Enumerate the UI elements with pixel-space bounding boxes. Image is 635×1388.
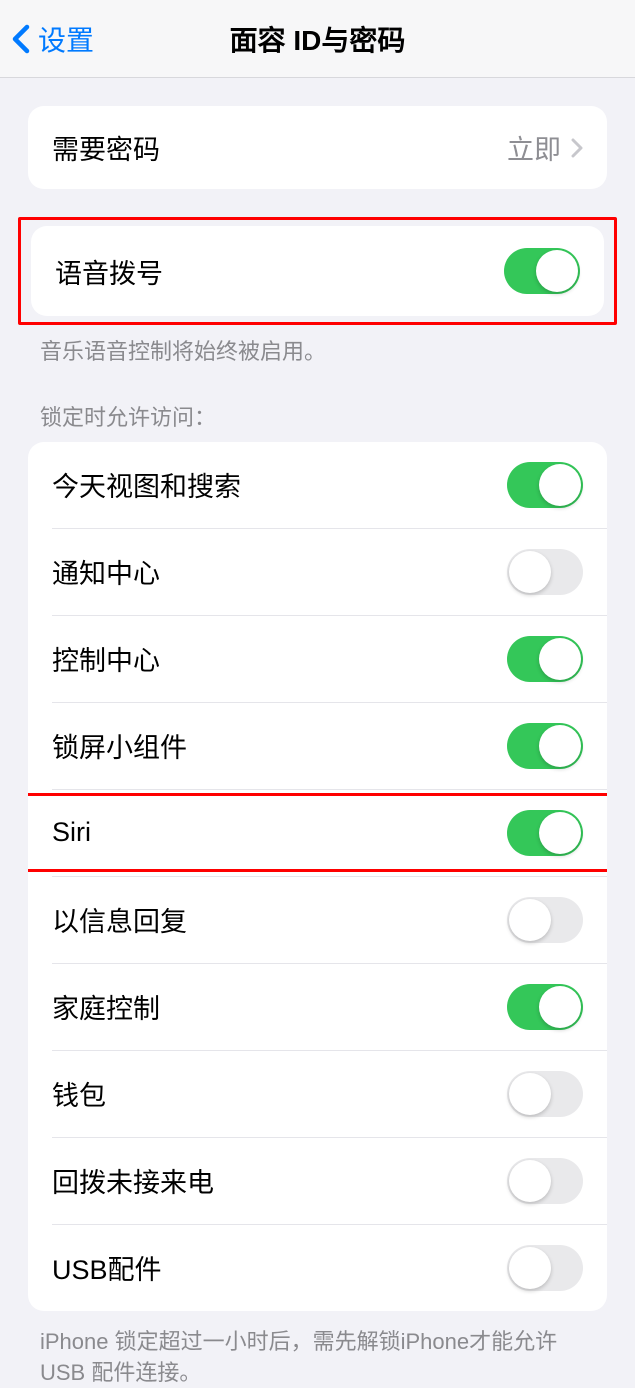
require-passcode-row[interactable]: 需要密码 立即 xyxy=(28,106,607,189)
lock-access-item-label: 家庭控制 xyxy=(52,987,160,1026)
lock-access-item-label: 控制中心 xyxy=(52,639,160,678)
lock-access-row: USB配件 xyxy=(28,1224,607,1311)
toggle-knob xyxy=(539,638,581,680)
require-passcode-label: 需要密码 xyxy=(52,128,160,167)
voice-dial-toggle[interactable] xyxy=(504,248,580,294)
list-row-inner: Siri xyxy=(52,789,607,876)
toggle-knob xyxy=(509,1073,551,1115)
lock-access-item-label: 今天视图和搜索 xyxy=(52,465,241,504)
require-passcode-group: 需要密码 立即 xyxy=(28,106,607,189)
toggle-knob xyxy=(536,250,578,292)
lock-access-row: 家庭控制 xyxy=(28,963,607,1050)
toggle-knob xyxy=(509,1160,551,1202)
voice-dial-row: 语音拨号 xyxy=(31,226,604,316)
voice-dial-highlight: 语音拨号 xyxy=(18,217,617,325)
lock-access-item-label: Siri xyxy=(52,817,91,848)
list-row-inner: 控制中心 xyxy=(52,615,607,702)
voice-dial-group: 语音拨号 xyxy=(31,226,604,316)
toggle-knob xyxy=(509,551,551,593)
lock-access-toggle[interactable] xyxy=(507,1245,583,1291)
lock-access-row: 通知中心 xyxy=(28,528,607,615)
lock-access-row: 钱包 xyxy=(28,1050,607,1137)
list-row-inner: 家庭控制 xyxy=(52,963,607,1050)
toggle-knob xyxy=(509,899,551,941)
lock-access-toggle[interactable] xyxy=(507,549,583,595)
list-row-inner: 钱包 xyxy=(52,1050,607,1137)
page-title: 面容 ID与密码 xyxy=(230,19,406,59)
lock-access-toggle[interactable] xyxy=(507,897,583,943)
lock-access-row: 回拨未接来电 xyxy=(28,1137,607,1224)
lock-access-item-label: USB配件 xyxy=(52,1248,162,1287)
list-row-inner: 今天视图和搜索 xyxy=(52,442,607,528)
lock-access-row: 以信息回复 xyxy=(28,876,607,963)
list-row-inner: 锁屏小组件 xyxy=(52,702,607,789)
lock-access-list: 今天视图和搜索通知中心控制中心锁屏小组件 Siri 以信息回复家庭控制钱包回拨未接来… xyxy=(28,442,607,1311)
lock-access-row: Siri xyxy=(28,789,607,876)
list-row-inner: 通知中心 xyxy=(52,528,607,615)
lock-access-toggle[interactable] xyxy=(507,636,583,682)
lock-access-toggle[interactable] xyxy=(507,462,583,508)
lock-access-row: 锁屏小组件 xyxy=(28,702,607,789)
lock-access-item-label: 通知中心 xyxy=(52,552,160,591)
require-passcode-value: 立即 xyxy=(507,128,561,167)
navbar: 设置 面容 ID与密码 xyxy=(0,0,635,78)
chevron-right-icon xyxy=(571,138,583,158)
toggle-knob xyxy=(539,725,581,767)
back-label: 设置 xyxy=(38,19,94,59)
back-button[interactable]: 设置 xyxy=(0,19,94,59)
toggle-knob xyxy=(539,464,581,506)
chevron-left-icon xyxy=(12,24,30,54)
lock-access-item-label: 锁屏小组件 xyxy=(52,726,187,765)
content: 需要密码 立即 语音拨号 音乐语音控制将始终被启用。 锁定时允许访问： 今天视图… xyxy=(0,106,635,1388)
lock-access-item-label: 钱包 xyxy=(52,1074,106,1113)
lock-access-toggle[interactable] xyxy=(507,723,583,769)
require-passcode-right: 立即 xyxy=(507,128,583,167)
lock-access-toggle[interactable] xyxy=(507,810,583,856)
lock-access-toggle[interactable] xyxy=(507,1158,583,1204)
voice-dial-label: 语音拨号 xyxy=(55,252,163,291)
lock-access-toggle[interactable] xyxy=(507,1071,583,1117)
list-row-inner: 以信息回复 xyxy=(52,876,607,963)
lock-access-row: 今天视图和搜索 xyxy=(28,442,607,528)
toggle-knob xyxy=(539,986,581,1028)
lock-access-item-label: 以信息回复 xyxy=(52,900,187,939)
lock-access-header: 锁定时允许访问： xyxy=(0,368,635,442)
list-row-inner: USB配件 xyxy=(52,1224,607,1311)
toggle-knob xyxy=(509,1247,551,1289)
lock-access-footer: iPhone 锁定超过一小时后，需先解锁iPhone才能允许USB 配件连接。 xyxy=(0,1311,635,1388)
lock-access-toggle[interactable] xyxy=(507,984,583,1030)
lock-access-row: 控制中心 xyxy=(28,615,607,702)
list-row-inner: 回拨未接来电 xyxy=(52,1137,607,1224)
voice-dial-footer: 音乐语音控制将始终被启用。 xyxy=(0,325,635,368)
lock-access-item-label: 回拨未接来电 xyxy=(52,1161,214,1200)
toggle-knob xyxy=(539,812,581,854)
